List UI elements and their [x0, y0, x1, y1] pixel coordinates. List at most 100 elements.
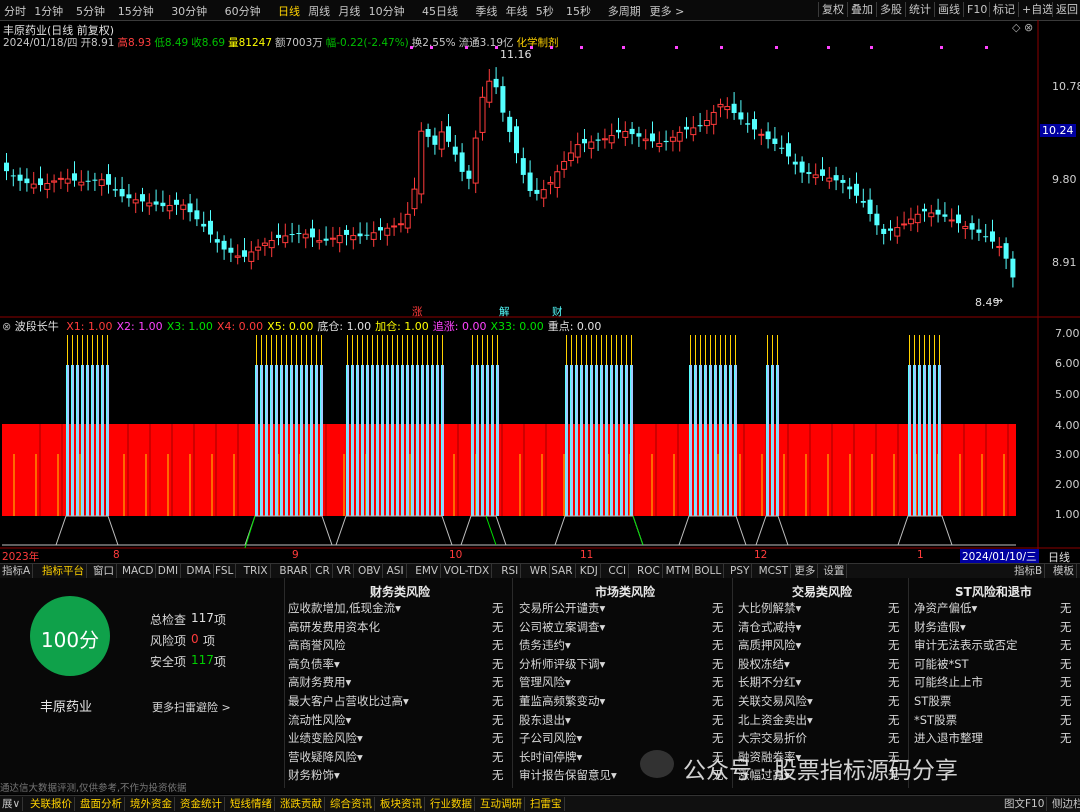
candle[interactable] [208, 220, 213, 235]
risk-item[interactable]: 高研发费用资本化 [288, 619, 380, 635]
risk-item[interactable]: 营收疑降风险▾ [288, 749, 363, 765]
risk-item[interactable]: 子公司风险▾ [519, 730, 582, 746]
risk-item[interactable]: 公司被立案调查▾ [519, 619, 605, 635]
candle[interactable] [4, 162, 9, 172]
candle[interactable] [78, 181, 85, 186]
candle[interactable] [840, 179, 846, 183]
risk-item[interactable]: 可能被*ST [914, 656, 969, 672]
candle[interactable] [146, 202, 153, 207]
candle[interactable] [92, 179, 98, 181]
risk-item[interactable]: 管理风险▾ [519, 674, 571, 690]
candle[interactable] [976, 229, 982, 233]
risk-item[interactable]: 长时间停牌▾ [519, 749, 582, 765]
candle[interactable] [595, 139, 601, 141]
settings-icon[interactable]: ⊗ [2, 320, 11, 333]
indicator-tab[interactable]: 设置 [821, 564, 848, 578]
candle[interactable] [616, 129, 621, 133]
event-marker[interactable]: 解 [499, 304, 510, 319]
candle[interactable] [1010, 258, 1016, 278]
indicator-tab[interactable]: 指标A [0, 564, 34, 578]
candle[interactable] [214, 239, 220, 243]
indicator-tab[interactable]: 更多 [792, 564, 819, 578]
candle[interactable] [922, 208, 927, 212]
risk-item[interactable]: 最大客户占营收比过高▾ [288, 693, 409, 709]
indicator-tab[interactable]: ASI [385, 564, 407, 578]
indicator-tab[interactable]: WR [528, 564, 551, 578]
candle[interactable] [990, 231, 995, 242]
candle[interactable] [676, 131, 683, 142]
risk-item[interactable]: 清仓式减持▾ [738, 619, 801, 635]
candle[interactable] [255, 246, 262, 251]
candle[interactable] [51, 180, 58, 183]
indicator-tab[interactable]: PSY [728, 564, 753, 578]
candle[interactable] [561, 161, 568, 170]
candle[interactable] [221, 240, 227, 250]
candle[interactable] [881, 228, 887, 234]
candle[interactable] [792, 161, 798, 165]
candle[interactable] [745, 123, 751, 125]
candle[interactable] [132, 199, 139, 204]
candle[interactable] [17, 174, 23, 181]
candle[interactable] [10, 175, 16, 177]
indicator-tab[interactable]: SAR [549, 564, 576, 578]
indicator-tab[interactable]: DMI [156, 564, 182, 578]
risk-item[interactable]: 应收款增加,低现金流▾ [288, 600, 401, 616]
risk-item[interactable]: 董监高频繁变动▾ [519, 693, 605, 709]
candle[interactable] [479, 96, 486, 133]
candle[interactable] [907, 218, 914, 225]
risk-item[interactable]: 北上资金卖出▾ [738, 712, 813, 728]
bottom-tab[interactable]: 资金统计 [178, 797, 225, 811]
candle[interactable] [642, 138, 649, 142]
indicator-tab[interactable]: VOL-TDX [442, 564, 493, 578]
candle[interactable] [85, 180, 91, 182]
candle[interactable] [44, 183, 51, 190]
candle[interactable] [806, 172, 812, 174]
bottom-tab[interactable]: 展∨ [0, 797, 24, 811]
bottom-tab[interactable]: 涨跌贡献 [278, 797, 325, 811]
candle[interactable] [316, 240, 323, 243]
candle[interactable] [296, 233, 302, 235]
candle[interactable] [717, 103, 724, 108]
bottom-tab[interactable]: 盘面分析 [78, 797, 125, 811]
candle[interactable] [567, 152, 574, 162]
indicator-tab[interactable]: 模板 [1051, 564, 1077, 578]
candle[interactable] [72, 173, 77, 181]
indicator-tab[interactable]: VR [335, 564, 355, 578]
candle[interactable] [507, 116, 513, 132]
candle[interactable] [752, 119, 757, 130]
indicator-tab[interactable]: BRAR [277, 564, 311, 578]
candle[interactable] [160, 202, 166, 207]
bottom-tab[interactable]: 关联报价 [28, 797, 75, 811]
candle[interactable] [418, 130, 425, 195]
candle[interactable] [703, 119, 710, 127]
candle[interactable] [554, 171, 561, 188]
candle[interactable] [38, 178, 43, 186]
indicator-tab[interactable]: ROC [635, 564, 663, 578]
risk-item[interactable]: 净资产偏低▾ [914, 600, 977, 616]
indicator-tab[interactable]: CCI [606, 564, 630, 578]
bottom-tab[interactable]: 扫雷宝 [528, 797, 565, 811]
candle[interactable] [350, 235, 357, 241]
risk-item[interactable]: 业绩变脸风险▾ [288, 730, 363, 746]
risk-item[interactable]: 审计报告保留意见▾ [519, 767, 617, 783]
candle[interactable] [57, 177, 64, 180]
candle[interactable] [432, 135, 438, 145]
candle[interactable] [153, 201, 159, 205]
indicator-tab[interactable]: 指标B [1012, 564, 1046, 578]
candle[interactable] [234, 255, 241, 258]
risk-item[interactable]: 进入退市整理 [914, 730, 983, 746]
indicator-tab[interactable]: CR [313, 564, 333, 578]
candle[interactable] [98, 179, 105, 186]
candle[interactable] [826, 177, 833, 182]
candle[interactable] [384, 227, 391, 236]
candle[interactable] [289, 234, 295, 236]
candle[interactable] [588, 141, 595, 149]
candle[interactable] [261, 242, 268, 246]
candle[interactable] [758, 133, 765, 136]
candle[interactable] [527, 172, 533, 192]
event-marker[interactable]: 涨 [412, 304, 423, 319]
candle[interactable] [378, 227, 383, 231]
candle[interactable] [248, 251, 255, 262]
candle[interactable] [520, 158, 526, 175]
candle[interactable] [370, 232, 377, 240]
